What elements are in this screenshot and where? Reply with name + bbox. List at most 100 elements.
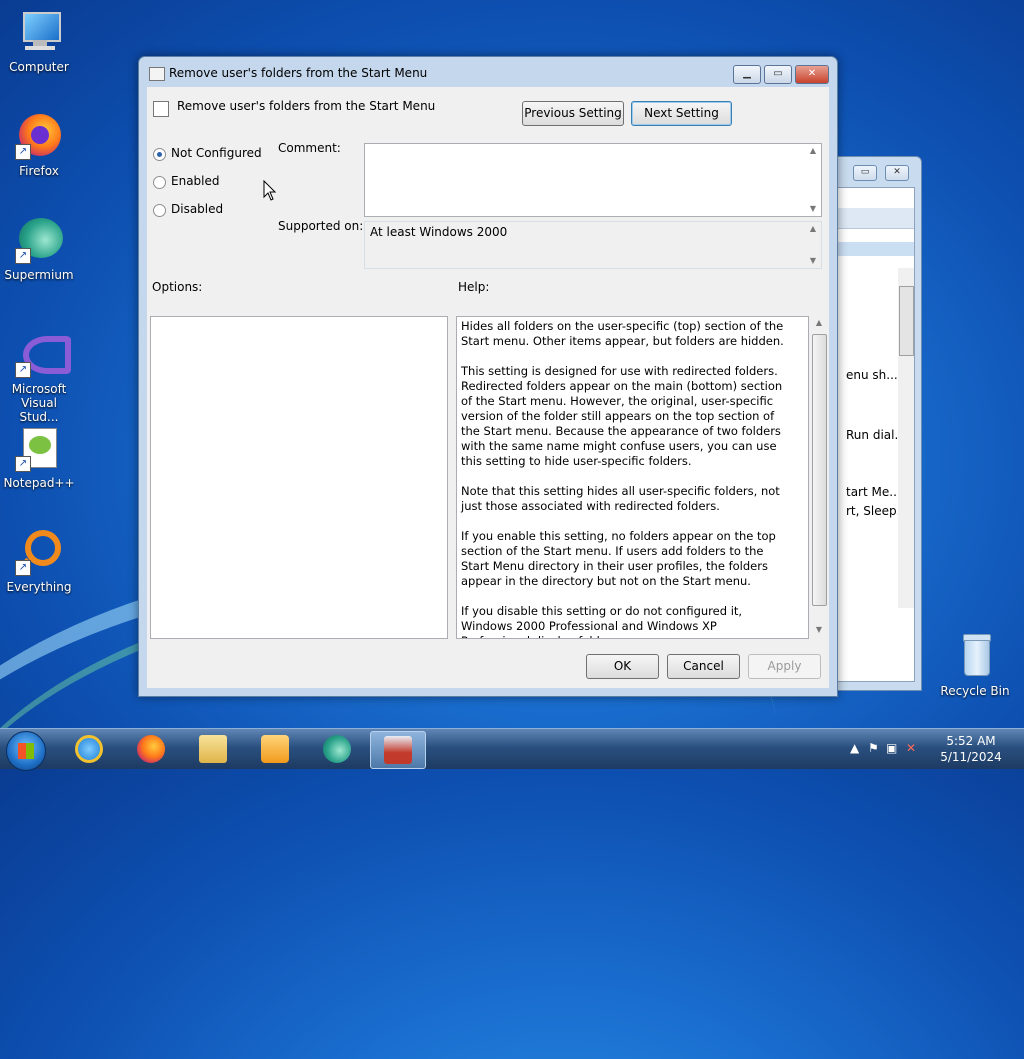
help-paragraph: If you disable this setting or do not co… — [461, 604, 743, 638]
taskbar-media-player[interactable] — [248, 731, 302, 767]
supported-on-label: Supported on: — [278, 219, 364, 233]
comment-field[interactable]: ▲ ▼ — [364, 143, 822, 217]
desktop-icon-label: Firefox — [19, 164, 59, 178]
taskbar-supermium[interactable] — [310, 731, 364, 767]
radio-indicator — [153, 148, 166, 161]
clock-time: 5:52 AM — [946, 734, 996, 748]
clock[interactable]: 5:52 AM 5/11/2024 — [936, 733, 1006, 765]
cancel-button[interactable]: Cancel — [667, 654, 740, 679]
background-window-content: enu sh... Run dial... tart Me... rt, Sle… — [837, 187, 915, 682]
desktop-icon-label: Supermium — [4, 268, 74, 282]
policy-icon — [153, 101, 169, 117]
maximize-button[interactable]: ▭ — [853, 165, 877, 181]
title-bar[interactable]: Remove user's folders from the Start Men… — [139, 57, 837, 87]
help-label: Help: — [458, 280, 490, 294]
supermium-icon — [323, 735, 351, 763]
taskbar: ▲ ⚑ ▣ ✕ 5:52 AM 5/11/2024 — [0, 728, 1024, 771]
setting-header: Remove user's folders from the Start Men… — [177, 99, 436, 113]
firefox-icon — [137, 735, 165, 763]
desktop-icon-firefox[interactable]: ↗ Firefox — [1, 112, 77, 178]
policy-icon — [149, 67, 165, 81]
taskbar-group-policy-editor[interactable] — [370, 731, 426, 769]
action-center-flag-icon[interactable]: ⚑ — [868, 741, 879, 755]
taskbar-firefox[interactable] — [124, 731, 178, 767]
shortcut-arrow-icon: ↗ — [15, 144, 31, 160]
radio-label: Enabled — [171, 174, 220, 188]
options-label: Options: — [152, 280, 203, 294]
shortcut-arrow-icon: ↗ — [15, 456, 31, 472]
scroll-up-icon[interactable]: ▲ — [811, 316, 827, 330]
firefox-icon: ↗ — [15, 112, 63, 160]
radio-label: Not Configured — [171, 146, 262, 160]
supported-on-value: At least Windows 2000 — [370, 225, 508, 239]
desktop-icon-label: Recycle Bin — [940, 684, 1010, 698]
desktop-icon-label: Everything — [6, 580, 72, 594]
help-text: Hides all folders on the user-specific (… — [461, 319, 788, 638]
comment-label: Comment: — [278, 141, 341, 155]
background-list-item[interactable]: enu sh... — [846, 368, 898, 382]
background-list-item[interactable]: Run dial... — [846, 428, 906, 442]
close-button[interactable]: ✕ — [795, 65, 829, 84]
radio-indicator — [153, 204, 166, 217]
system-tray: ▲ ⚑ ▣ ✕ 5:52 AM 5/11/2024 — [834, 729, 1024, 769]
background-window[interactable]: ▭ ✕ enu sh... Run dial... tart Me... rt,… — [826, 156, 922, 691]
help-paragraph: This setting is designed for use with re… — [461, 364, 783, 468]
show-hidden-icons-icon[interactable]: ▲ — [850, 741, 859, 755]
volume-muted-icon[interactable]: ✕ — [906, 741, 916, 755]
taskbar-internet-explorer[interactable] — [62, 731, 116, 767]
computer-icon — [15, 8, 63, 56]
desktop-icon-recycle-bin[interactable]: Recycle Bin — [937, 632, 1013, 698]
visual-studio-icon: ↗ — [15, 330, 71, 378]
options-panel[interactable] — [150, 316, 448, 639]
mouse-cursor-icon — [263, 180, 277, 201]
supermium-icon: ↗ — [15, 216, 63, 264]
help-paragraph: Hides all folders on the user-specific (… — [461, 319, 784, 348]
next-setting-button[interactable]: Next Setting — [631, 101, 732, 126]
scrollbar-thumb[interactable] — [812, 334, 827, 606]
dialog-client-area: Remove user's folders from the Start Men… — [147, 87, 829, 688]
minimize-button[interactable]: ▁ — [733, 65, 761, 84]
scroll-up-icon[interactable]: ▲ — [805, 144, 821, 158]
shortcut-arrow-icon: ↗ — [15, 362, 31, 378]
scroll-up-icon[interactable]: ▲ — [805, 222, 821, 236]
background-scrollbar[interactable] — [898, 268, 914, 608]
desktop-icon-visual-studio[interactable]: ↗ Microsoft Visual Stud... — [1, 330, 77, 424]
network-icon[interactable]: ▣ — [886, 741, 897, 755]
media-player-icon — [261, 735, 289, 763]
comment-scrollbar[interactable]: ▲ ▼ — [805, 144, 821, 216]
recycle-bin-icon — [951, 632, 999, 680]
scroll-down-icon[interactable]: ▼ — [811, 623, 827, 637]
scroll-down-icon[interactable]: ▼ — [805, 202, 821, 216]
desktop-icon-notepadpp[interactable]: ↗ Notepad++ — [1, 424, 77, 490]
desktop-icon-label: Microsoft Visual Stud... — [11, 382, 67, 424]
radio-label: Disabled — [171, 202, 224, 216]
everything-icon: ↗ — [15, 528, 63, 576]
shortcut-arrow-icon: ↗ — [15, 560, 31, 576]
policy-setting-dialog[interactable]: Remove user's folders from the Start Men… — [138, 56, 838, 697]
start-button[interactable] — [6, 731, 46, 771]
scroll-down-icon[interactable]: ▼ — [805, 254, 821, 268]
desktop-icon-computer[interactable]: Computer — [1, 8, 77, 74]
supported-on-scrollbar[interactable]: ▲ ▼ — [805, 222, 821, 268]
ok-button[interactable]: OK — [586, 654, 659, 679]
file-explorer-icon — [199, 735, 227, 763]
help-panel[interactable]: Hides all folders on the user-specific (… — [456, 316, 809, 639]
apply-button[interactable]: Apply — [748, 654, 821, 679]
desktop-icon-label: Notepad++ — [3, 476, 75, 490]
desktop-icon-supermium[interactable]: ↗ Supermium — [1, 216, 77, 282]
close-button[interactable]: ✕ — [885, 165, 909, 181]
background-list-item[interactable]: tart Me... — [846, 485, 901, 499]
desktop-icon-label: Computer — [9, 60, 69, 74]
radio-indicator — [153, 176, 166, 189]
supported-on-field: At least Windows 2000 ▲ ▼ — [364, 221, 822, 269]
maximize-button[interactable]: ▭ — [764, 65, 792, 84]
help-scrollbar[interactable]: ▲ ▼ — [811, 316, 827, 637]
help-paragraph: Note that this setting hides all user-sp… — [461, 484, 780, 513]
group-policy-editor-icon — [384, 736, 412, 764]
previous-setting-button[interactable]: Previous Setting — [522, 101, 624, 126]
taskbar-file-explorer[interactable] — [186, 731, 240, 767]
help-paragraph: If you enable this setting, no folders a… — [461, 529, 776, 588]
notepadpp-icon: ↗ — [15, 424, 63, 472]
clock-date: 5/11/2024 — [940, 750, 1002, 764]
desktop-icon-everything[interactable]: ↗ Everything — [1, 528, 77, 594]
